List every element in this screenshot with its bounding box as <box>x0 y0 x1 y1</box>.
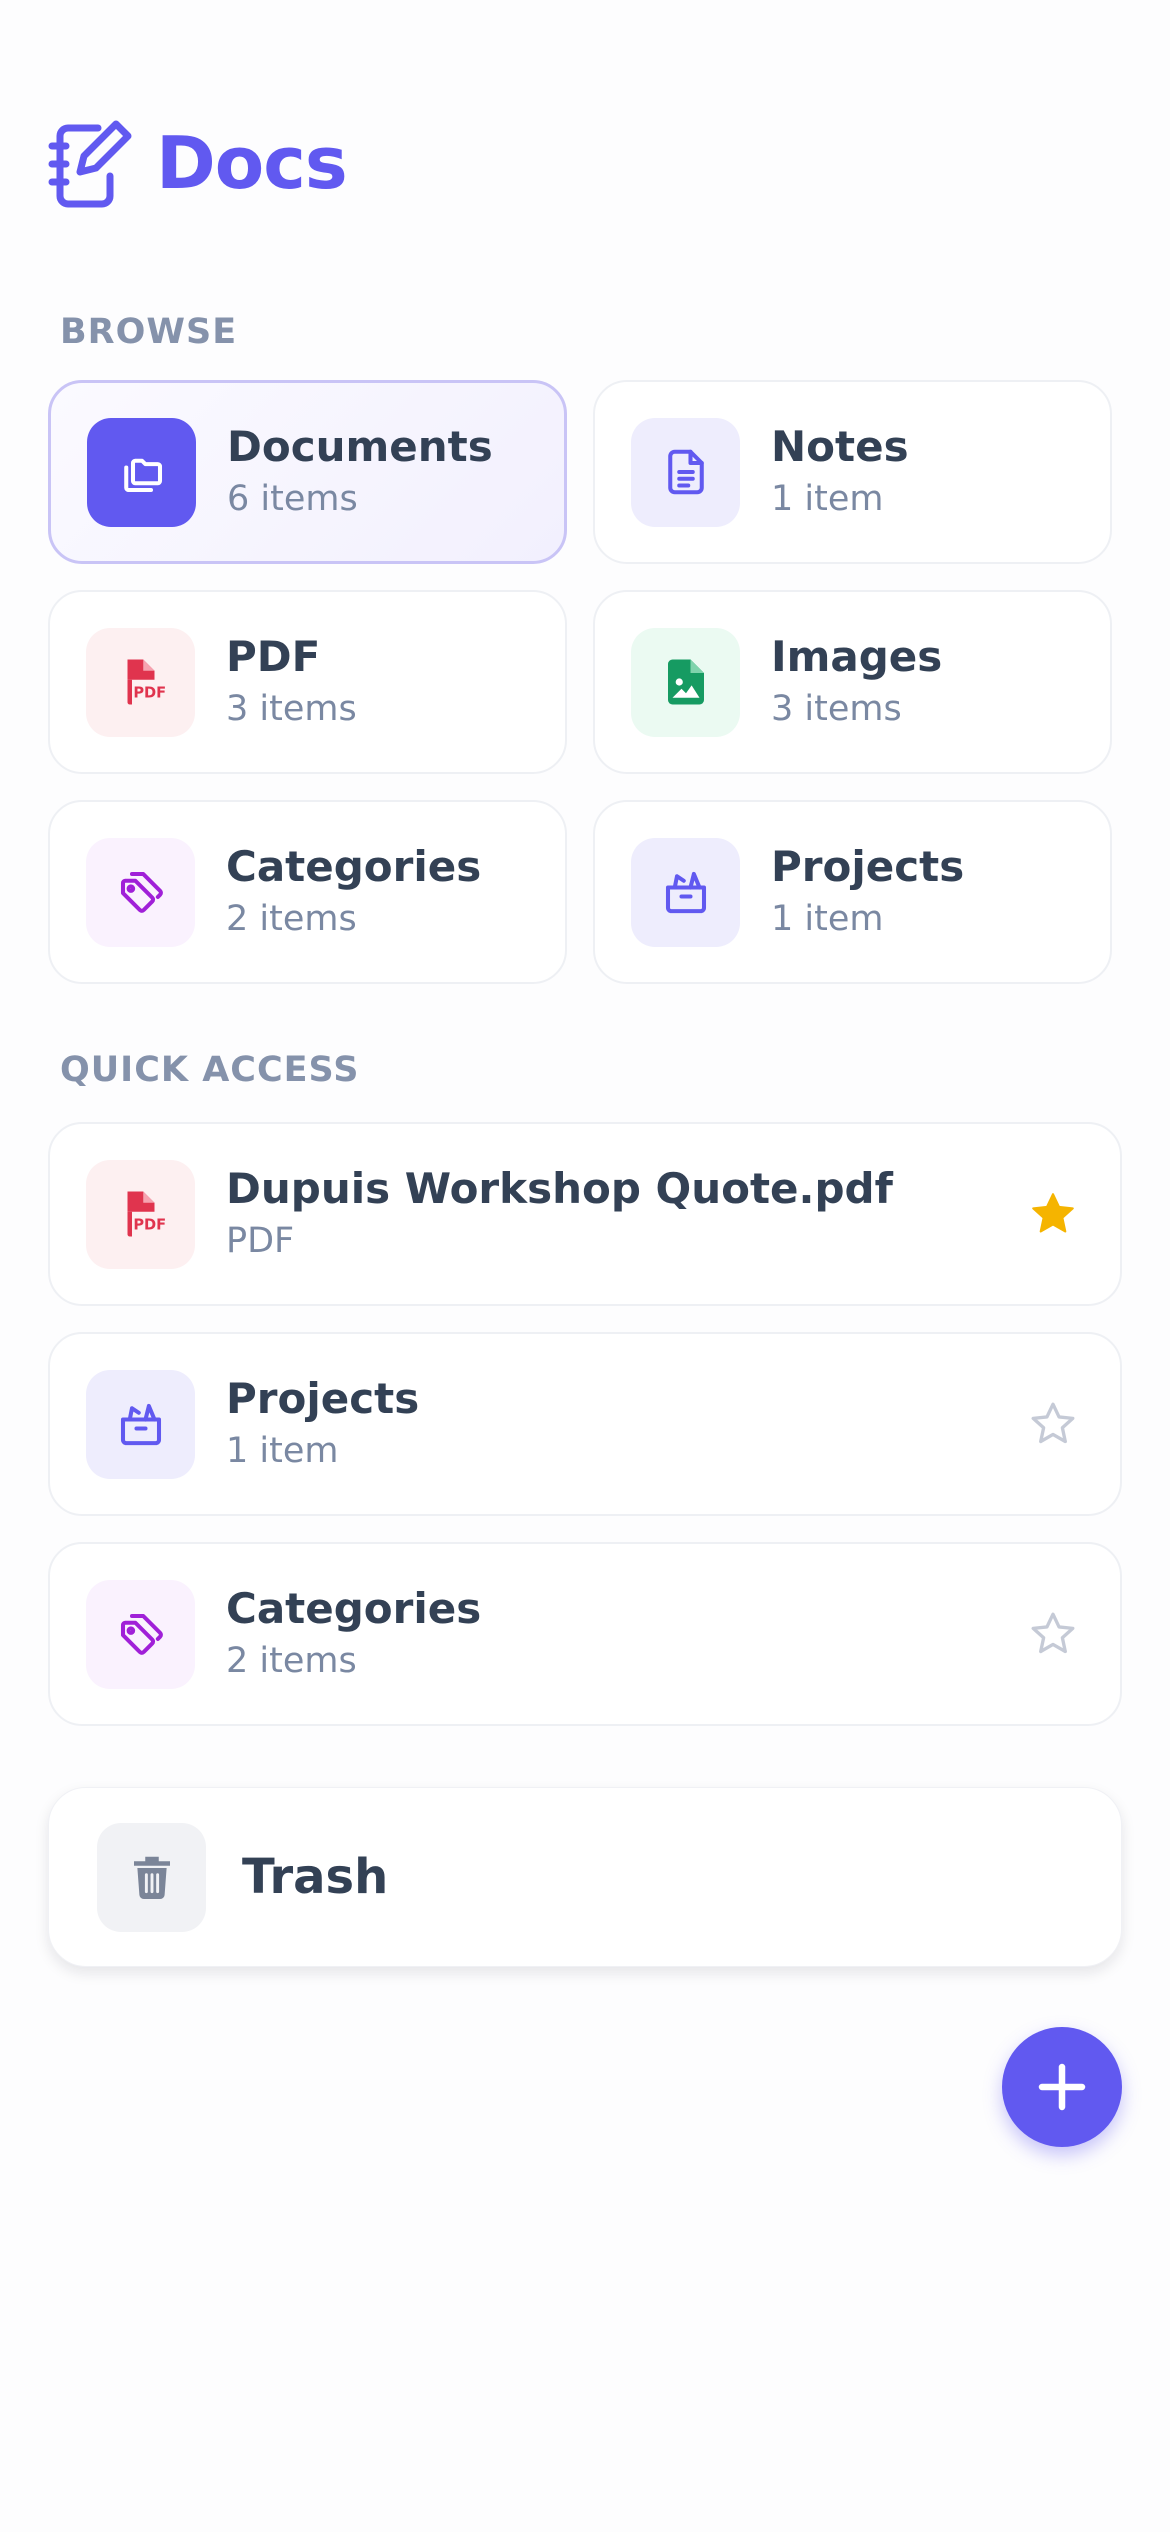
browse-item-count: 1 item <box>771 899 884 939</box>
browse-item-label: Documents <box>227 422 493 471</box>
svg-text:PDF: PDF <box>133 684 166 701</box>
quick-access-item-projects[interactable]: Projects 1 item <box>48 1332 1122 1516</box>
folders-icon <box>87 417 196 527</box>
app-title: Docs <box>156 121 348 205</box>
tags-icon <box>86 1579 195 1689</box>
browse-item-label: Projects <box>771 842 965 891</box>
browse-item-count: 1 item <box>771 479 884 519</box>
quick-access-item-sub: 1 item <box>226 1431 339 1471</box>
browse-item-count: 3 items <box>771 689 902 729</box>
star-outline-icon[interactable] <box>1028 1399 1078 1449</box>
browse-item-categories[interactable]: Categories 2 items <box>48 800 567 984</box>
quick-access-section-label: QUICK ACCESS <box>60 1050 360 1090</box>
trash-label: Trash <box>242 1849 389 1905</box>
browse-item-count: 3 items <box>226 689 357 729</box>
quick-access-item-label: Projects <box>226 1374 420 1423</box>
app-header: Docs <box>48 118 348 208</box>
image-file-icon <box>631 627 740 737</box>
browse-item-label: PDF <box>226 632 321 681</box>
quick-access-item-sub: PDF <box>226 1221 295 1261</box>
trash-button[interactable]: Trash <box>48 1787 1122 1967</box>
quick-access-item-sub: 2 items <box>226 1641 357 1681</box>
browse-item-notes[interactable]: Notes 1 item <box>593 380 1112 564</box>
note-file-icon <box>631 417 740 527</box>
quick-access-item-label: Categories <box>226 1584 482 1633</box>
browse-item-images[interactable]: Images 3 items <box>593 590 1112 774</box>
browse-item-pdf[interactable]: PDF PDF 3 items <box>48 590 567 774</box>
notebook-pen-icon <box>48 120 132 208</box>
quick-access-item-categories[interactable]: Categories 2 items <box>48 1542 1122 1726</box>
pdf-file-icon: PDF <box>86 1159 195 1269</box>
quick-access-item-label: Dupuis Workshop Quote.pdf <box>226 1164 893 1213</box>
browse-item-count: 2 items <box>226 899 357 939</box>
project-box-icon <box>631 837 740 947</box>
browse-item-documents[interactable]: Documents 6 items <box>48 380 567 564</box>
browse-item-label: Notes <box>771 422 909 471</box>
pdf-file-icon: PDF <box>86 627 195 737</box>
browse-item-label: Categories <box>226 842 482 891</box>
add-button[interactable] <box>1002 2027 1122 2147</box>
browse-item-label: Images <box>771 632 943 681</box>
trash-icon <box>97 1822 206 1932</box>
plus-icon <box>1038 2063 1086 2111</box>
star-filled-icon[interactable] <box>1028 1189 1078 1239</box>
browse-section-label: BROWSE <box>60 312 238 352</box>
quick-access-item-pdf[interactable]: PDF Dupuis Workshop Quote.pdf PDF <box>48 1122 1122 1306</box>
tags-icon <box>86 837 195 947</box>
svg-text:PDF: PDF <box>133 1216 166 1233</box>
browse-item-count: 6 items <box>227 479 358 519</box>
star-outline-icon[interactable] <box>1028 1609 1078 1659</box>
browse-item-projects[interactable]: Projects 1 item <box>593 800 1112 984</box>
project-box-icon <box>86 1369 195 1479</box>
